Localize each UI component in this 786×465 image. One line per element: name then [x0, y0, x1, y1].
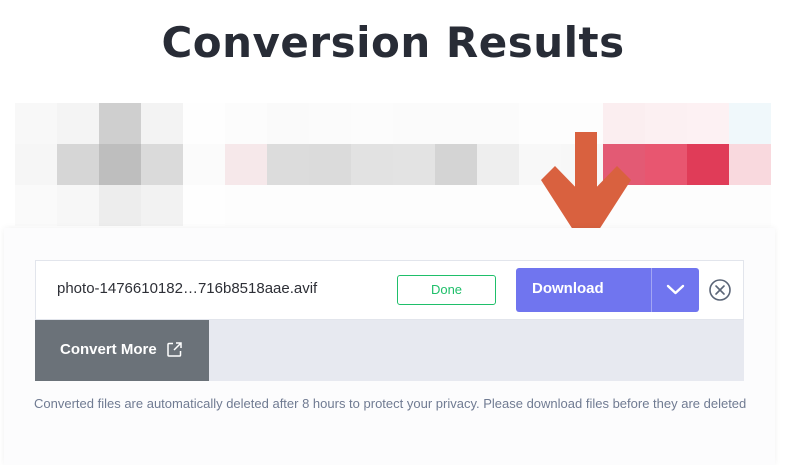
preview-pixel	[267, 103, 309, 144]
preview-pixel	[645, 103, 687, 144]
external-link-icon	[167, 342, 182, 357]
preview-pixel	[99, 103, 141, 144]
preview-pixel	[225, 185, 267, 226]
preview-pixel	[141, 185, 183, 226]
preview-pixel	[729, 103, 771, 144]
download-button[interactable]: Download	[516, 268, 699, 312]
preview-pixel	[183, 185, 225, 226]
preview-pixel	[435, 144, 477, 185]
download-label: Download	[532, 280, 604, 297]
preview-pixel	[267, 185, 309, 226]
preview-pixel	[99, 144, 141, 185]
preview-pixel	[435, 185, 477, 226]
convert-more-label: Convert More	[60, 341, 157, 358]
preview-pixel	[729, 185, 771, 226]
preview-pixel	[15, 103, 57, 144]
preview-pixel	[687, 144, 729, 185]
preview-pixel	[57, 144, 99, 185]
preview-pixel	[309, 185, 351, 226]
preview-pixel	[393, 103, 435, 144]
preview-pixel	[351, 185, 393, 226]
preview-pixel	[687, 185, 729, 226]
preview-pixel	[351, 144, 393, 185]
preview-pixel	[393, 144, 435, 185]
preview-pixel	[351, 103, 393, 144]
preview-pixel	[15, 144, 57, 185]
preview-pixel	[141, 144, 183, 185]
file-row: photo-1476610182…716b8518aae.avif Done D…	[35, 260, 744, 320]
convert-more-bar: Convert More	[35, 320, 744, 381]
preview-pixel	[309, 103, 351, 144]
preview-pixel	[645, 144, 687, 185]
preview-pixel	[393, 185, 435, 226]
preview-pixel	[477, 103, 519, 144]
convert-more-button[interactable]: Convert More	[35, 320, 209, 381]
preview-pixel	[57, 103, 99, 144]
preview-pixel	[267, 144, 309, 185]
preview-pixel	[729, 144, 771, 185]
preview-pixel	[57, 185, 99, 226]
preview-pixel	[15, 185, 57, 226]
chevron-down-icon[interactable]	[652, 268, 699, 312]
preview-pixel	[477, 144, 519, 185]
page-title: Conversion Results	[161, 18, 625, 67]
preview-pixel	[183, 103, 225, 144]
image-preview	[15, 103, 771, 227]
preview-pixel	[309, 144, 351, 185]
preview-pixel	[687, 103, 729, 144]
file-name: photo-1476610182…716b8518aae.avif	[57, 280, 318, 297]
preview-pixel	[141, 103, 183, 144]
preview-pixel	[225, 144, 267, 185]
preview-pixel	[225, 103, 267, 144]
preview-pixel	[645, 185, 687, 226]
preview-pixel	[477, 185, 519, 226]
privacy-note: Converted files are automatically delete…	[34, 396, 747, 411]
close-circle-icon[interactable]	[708, 278, 732, 302]
preview-pixel	[183, 144, 225, 185]
status-badge: Done	[397, 275, 496, 305]
preview-pixel	[99, 185, 141, 226]
preview-pixel	[435, 103, 477, 144]
